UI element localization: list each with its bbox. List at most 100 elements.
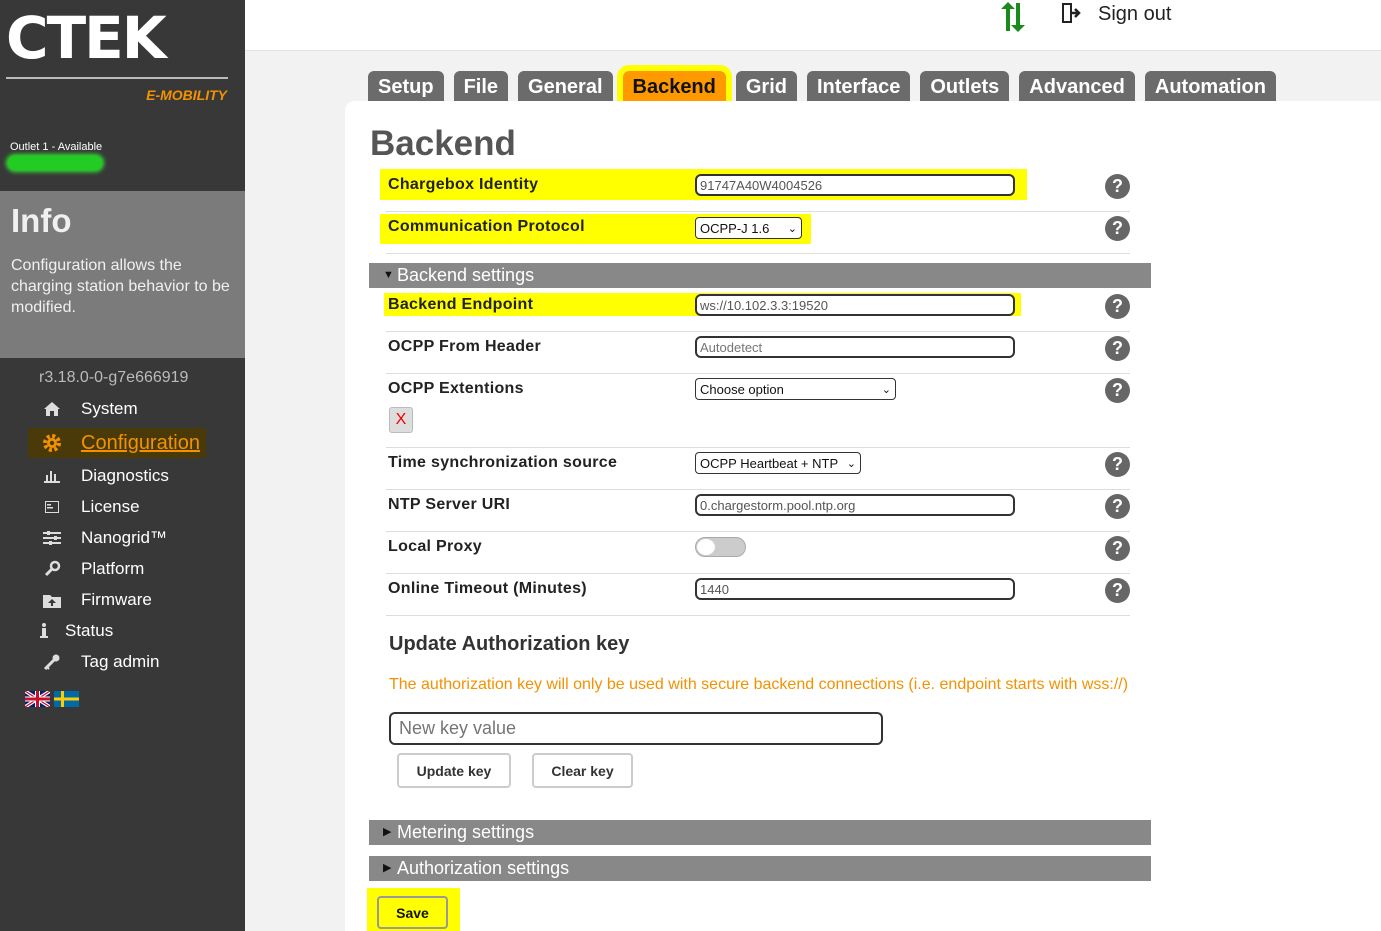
help-icon[interactable]: ? (1105, 578, 1130, 603)
caret-down-icon: ▼ (383, 269, 394, 281)
field-label: Local Proxy (388, 538, 483, 555)
info-icon (32, 623, 56, 639)
field-label: Chargebox Identity (388, 176, 539, 193)
help-icon[interactable]: ? (1105, 336, 1130, 361)
nav-item-platform[interactable]: Platform (40, 557, 144, 581)
tab-interface[interactable]: Interface (807, 71, 911, 101)
sign-out-icon[interactable] (1060, 2, 1082, 30)
outlet-status-indicator (8, 156, 102, 170)
section-authorization-settings[interactable]: ▶ Authorization settings (369, 856, 1151, 881)
row-online-timeout: Online Timeout (Minutes) ? (386, 574, 1130, 616)
nav-item-configuration[interactable]: Configuration (28, 428, 206, 458)
home-icon (40, 401, 64, 417)
auth-key-title: Update Authorization key (389, 633, 630, 655)
new-key-input[interactable] (389, 712, 883, 745)
nav-item-diagnostics[interactable]: Diagnostics (40, 464, 169, 488)
row-ocpp-extentions: OCPP Extentions Choose option ⌄ ? (386, 374, 1130, 448)
gear-icon (40, 432, 64, 454)
chargebox-identity-input[interactable] (695, 174, 1015, 196)
save-button[interactable]: Save (377, 896, 448, 929)
info-box: Info Configuration allows the charging s… (0, 191, 245, 358)
nav-item-nanogrid[interactable]: Nanogrid™ (40, 526, 167, 550)
sweden-flag-icon[interactable] (54, 691, 79, 707)
help-icon[interactable]: ? (1105, 294, 1130, 319)
chevron-down-icon: ⌄ (881, 383, 891, 396)
tab-backend[interactable]: Backend (616, 65, 732, 107)
time-sync-select[interactable]: OCPP Heartbeat + NTP ⌄ (695, 452, 861, 474)
help-icon[interactable]: ? (1105, 378, 1130, 403)
update-key-button[interactable]: Update key (397, 753, 511, 788)
section-label: Backend settings (397, 265, 535, 285)
protocol-select[interactable]: OCPP-J 1.6 ⌄ (695, 217, 802, 239)
tab-advanced[interactable]: Advanced (1019, 71, 1135, 101)
section-label: Authorization settings (397, 858, 570, 878)
nav-label: Platform (81, 559, 145, 578)
clear-key-button[interactable]: Clear key (532, 753, 633, 788)
remove-extention-button[interactable]: X (389, 407, 413, 433)
time-sync-select-value: OCPP Heartbeat + NTP (700, 455, 839, 471)
key-icon (40, 654, 64, 670)
sync-arrows-icon[interactable] (997, 1, 1029, 41)
sidebar: CTEK E-MOBILITY Outlet 1 - Available Inf… (0, 0, 245, 931)
caret-right-icon: ▶ (383, 826, 392, 838)
backend-endpoint-input[interactable] (695, 294, 1015, 316)
field-label: NTP Server URI (388, 496, 511, 513)
row-ocpp-from-header: OCPP From Header ? (386, 332, 1130, 374)
field-label: Communication Protocol (388, 218, 585, 235)
row-local-proxy: Local Proxy ? (386, 532, 1130, 574)
ocpp-extentions-select-value: Choose option (700, 381, 784, 397)
sliders-icon (40, 531, 64, 545)
row-communication-protocol: Communication Protocol OCPP-J 1.6 ⌄ ? (386, 212, 1130, 254)
field-label: Backend Endpoint (388, 296, 534, 313)
field-label: OCPP Extentions (388, 380, 524, 397)
outlet-status-label: Outlet 1 - Available (10, 141, 103, 153)
help-icon[interactable]: ? (1105, 536, 1130, 561)
toggle-knob (697, 539, 715, 555)
top-bar: Sign out (245, 0, 1381, 51)
nav-label: Status (65, 621, 114, 640)
nav-item-firmware[interactable]: Firmware (40, 588, 152, 612)
tab-general[interactable]: General (518, 71, 613, 101)
tab-automation[interactable]: Automation (1144, 71, 1276, 101)
chevron-down-icon: ⌄ (787, 222, 797, 235)
help-icon[interactable]: ? (1105, 216, 1130, 241)
help-icon[interactable]: ? (1105, 174, 1130, 199)
nav-item-system[interactable]: System (40, 397, 138, 421)
nav-label: License (81, 497, 140, 516)
uk-flag-icon[interactable] (25, 691, 50, 707)
tab-grid[interactable]: Grid (735, 71, 797, 101)
nav-label: System (81, 399, 138, 418)
tab-setup[interactable]: Setup (368, 71, 444, 101)
language-flags (25, 691, 79, 707)
row-time-sync: Time synchronization source OCPP Heartbe… (386, 448, 1130, 490)
nav-label: Configuration (81, 431, 200, 454)
nav-item-license[interactable]: License (40, 495, 140, 519)
help-icon[interactable]: ? (1105, 452, 1130, 477)
row-ntp-server: NTP Server URI ? (386, 490, 1130, 532)
section-backend-settings[interactable]: ▼ Backend settings (369, 263, 1151, 288)
nav-label: Firmware (81, 590, 152, 609)
section-label: Metering settings (397, 822, 535, 842)
nav-item-tag-admin[interactable]: Tag admin (40, 650, 159, 674)
tab-outlets[interactable]: Outlets (920, 71, 1010, 101)
upload-folder-icon (40, 593, 64, 608)
auth-key-note: The authorization key will only be used … (389, 676, 1129, 693)
ocpp-from-header-input[interactable] (695, 336, 1015, 358)
nav-item-status[interactable]: Status (32, 619, 113, 643)
page-title: Backend (370, 124, 516, 163)
nav-label: Diagnostics (81, 466, 169, 485)
sign-out-link[interactable]: Sign out (1098, 3, 1171, 26)
brand: CTEK E-MOBILITY Outlet 1 - Available (0, 0, 245, 190)
logo-divider (6, 77, 228, 79)
ntp-server-input[interactable] (695, 494, 1015, 516)
info-text: Configuration allows the charging statio… (11, 257, 230, 316)
local-proxy-toggle[interactable] (695, 537, 746, 557)
logo-subtitle: E-MOBILITY (146, 87, 227, 103)
ocpp-extentions-select[interactable]: Choose option ⌄ (695, 378, 896, 400)
help-icon[interactable]: ? (1105, 494, 1130, 519)
field-label: Time synchronization source (388, 454, 618, 471)
section-metering-settings[interactable]: ▶ Metering settings (369, 820, 1151, 845)
online-timeout-input[interactable] (695, 578, 1015, 600)
row-backend-endpoint: Backend Endpoint ? (386, 289, 1130, 332)
tab-file[interactable]: File (453, 71, 509, 101)
